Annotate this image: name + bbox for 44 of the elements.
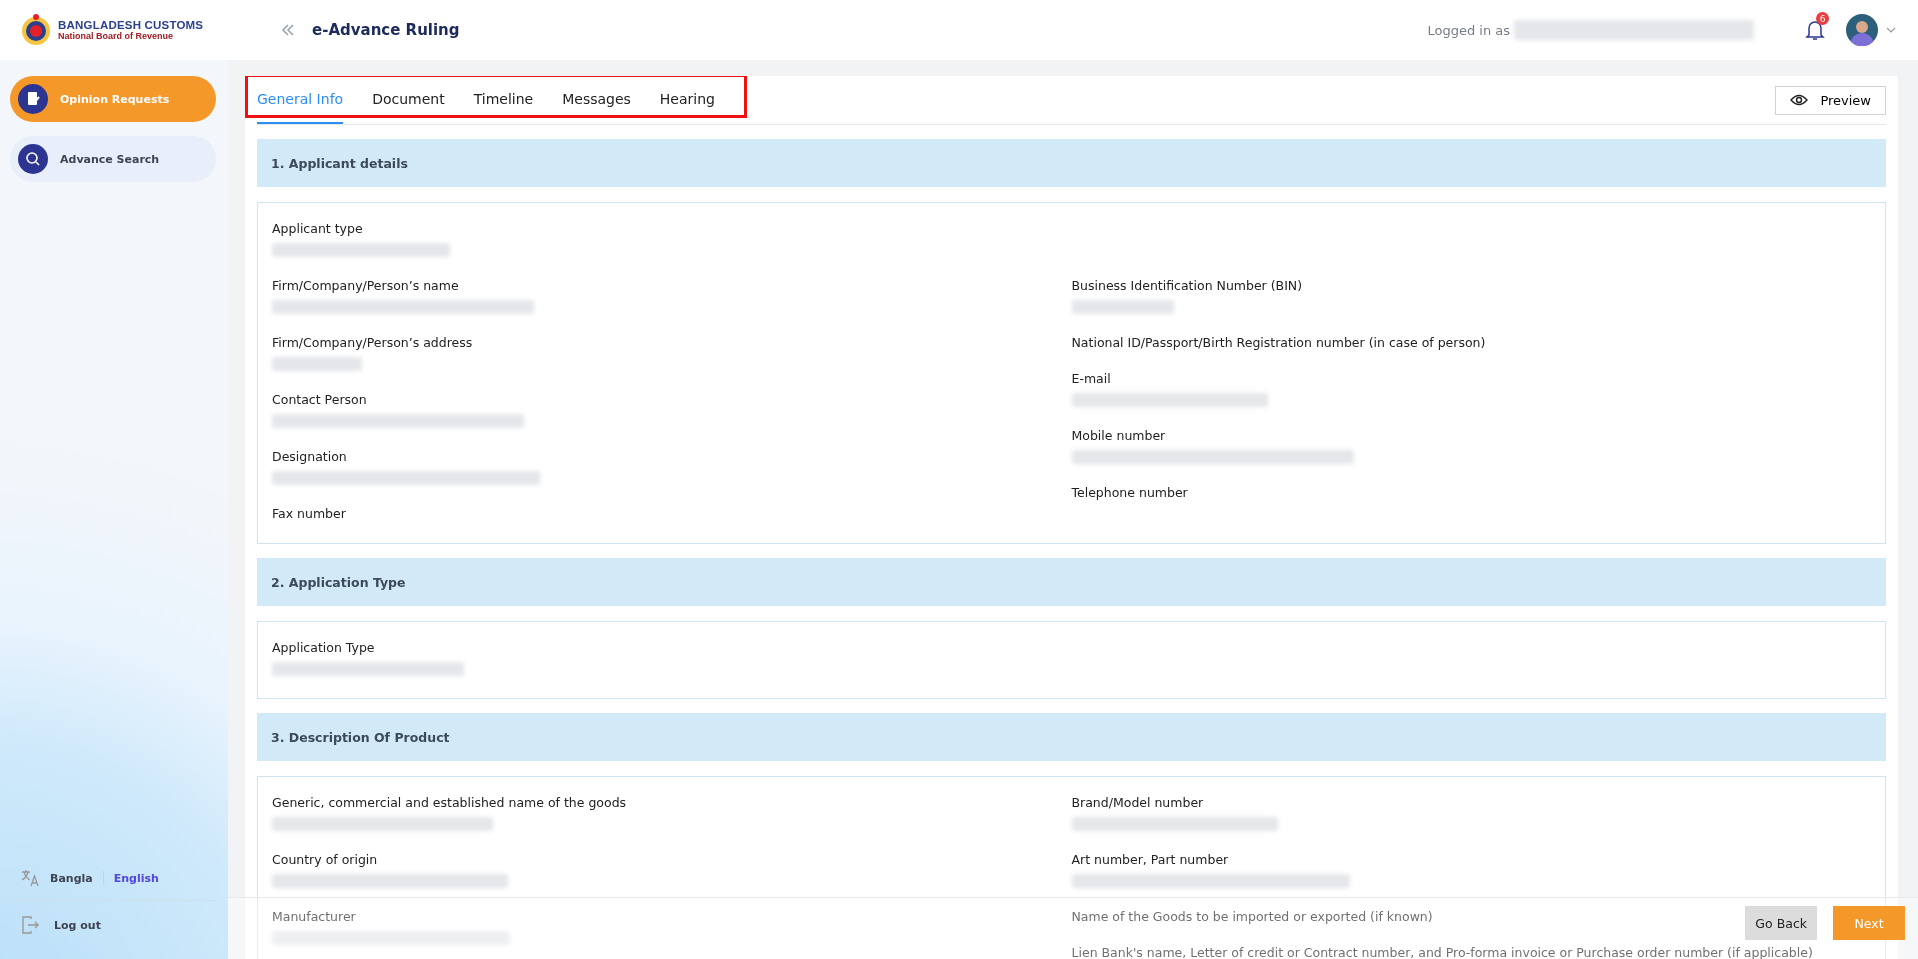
translate-icon: [20, 868, 40, 888]
field-label: Firm/Company/Person’s name: [272, 279, 459, 293]
search-icon: [18, 144, 48, 174]
preview-button[interactable]: Preview: [1775, 85, 1886, 115]
field-label: Manufacturer: [272, 910, 356, 924]
go-back-button[interactable]: Go Back: [1745, 906, 1817, 940]
section-header: 2. Application Type: [257, 558, 1886, 606]
logged-in-label: Logged in as: [1427, 22, 1510, 38]
field-label: Brand/Model number: [1071, 796, 1204, 810]
eye-icon: [1790, 94, 1809, 106]
field-label: Applicant type: [272, 222, 363, 236]
field-label: Name of the Goods to be imported or exported (if known): [1071, 910, 1433, 924]
field-label: Designation: [272, 450, 347, 464]
logout-icon[interactable]: [20, 915, 40, 935]
language-option[interactable]: Bangla: [50, 871, 93, 885]
field-label: Business Identification Number (BIN): [1071, 279, 1303, 293]
sidebar-item[interactable]: Advance Search: [10, 136, 216, 182]
language-option[interactable]: English: [113, 871, 159, 885]
field-label: E-mail: [1071, 372, 1111, 386]
field-label: Telephone number: [1071, 486, 1188, 500]
avatar-silhouette-icon[interactable]: [1846, 14, 1878, 46]
field-label: Contact Person: [272, 393, 367, 407]
section-header: 1. Applicant details: [257, 139, 1886, 187]
field-label: Application Type: [272, 641, 375, 655]
tab[interactable]: Document: [372, 76, 445, 124]
field-label: Art number, Part number: [1071, 853, 1229, 867]
logo-subtitle: National Board of Revenue: [58, 31, 175, 41]
notification-badge: 6: [1816, 12, 1829, 25]
logo-title: BANGLADESH CUSTOMS: [58, 19, 204, 31]
field-label: Generic, commercial and established name of the goods: [272, 796, 627, 810]
field-label: National ID/Passport/Birth Registration number (in case of person): [1071, 336, 1486, 350]
customs-emblem-icon: [20, 13, 52, 47]
field-label: Fax number: [272, 507, 346, 521]
logout-link[interactable]: Log out: [54, 918, 101, 932]
field-label: Country of origin: [272, 853, 378, 867]
tab[interactable]: Messages: [562, 76, 631, 124]
page-title: e-Advance Ruling: [312, 21, 460, 39]
tab[interactable]: Hearing: [659, 76, 715, 124]
document-edit-icon: [18, 84, 48, 114]
section-header: 3. Description Of Product: [257, 713, 1886, 761]
tab[interactable]: Timeline: [473, 76, 534, 124]
field-label: Firm/Company/Person’s address: [272, 336, 473, 350]
field-label: Mobile number: [1071, 429, 1166, 443]
field-label: Lien Bank's name, Letter of credit or Contract number, and Pro-forma invoice or Purchase order number (if applicable): [1071, 946, 1813, 959]
